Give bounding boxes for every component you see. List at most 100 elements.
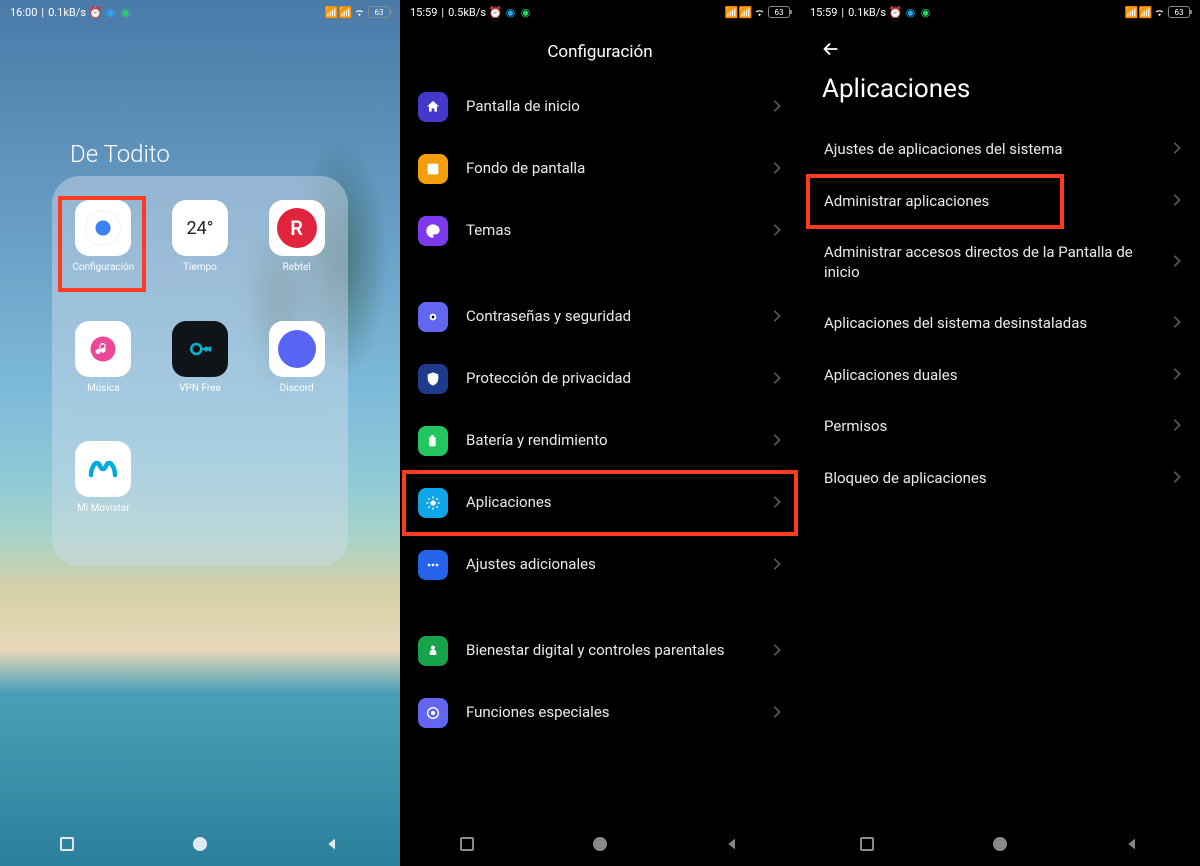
telegram-icon: ◉ [505, 7, 516, 18]
app-rebtel[interactable]: Rebtel [269, 200, 325, 273]
alarm-icon: ⏰ [90, 7, 101, 18]
chevron-right-icon [772, 308, 782, 327]
chevron-right-icon [772, 160, 782, 179]
app-configuracion[interactable]: Configuración [72, 200, 134, 273]
row-aplicaciones[interactable]: Aplicaciones [400, 472, 800, 534]
row-label: Temas [466, 221, 772, 241]
row-fondo-pantalla[interactable]: Fondo de pantalla [400, 138, 800, 200]
additional-icon [418, 550, 448, 580]
chevron-right-icon [1172, 366, 1182, 385]
nav-bar [0, 822, 400, 866]
row-label: Batería y rendimiento [466, 431, 772, 451]
app-label: Mi Movistar [77, 503, 130, 514]
chevron-right-icon [772, 704, 782, 723]
discord-icon [269, 321, 325, 377]
app-label: Configuración [72, 262, 134, 273]
nav-recents[interactable] [47, 824, 87, 864]
chevron-right-icon [772, 370, 782, 389]
nav-back[interactable] [1113, 824, 1153, 864]
app-movistar[interactable]: Mi Movistar [75, 441, 131, 514]
app-tiempo[interactable]: 24° Tiempo [172, 200, 228, 273]
row-bienestar[interactable]: Bienestar digital y controles parentales [400, 620, 800, 682]
app-label: Tiempo [183, 262, 217, 273]
nav-back[interactable] [713, 824, 753, 864]
telegram-icon: ◉ [905, 7, 916, 18]
chevron-right-icon [1172, 417, 1182, 436]
battery-icon: 63 [1168, 6, 1190, 18]
row-desinstaladas[interactable]: Aplicaciones del sistema desinstaladas [800, 298, 1200, 350]
theme-icon [418, 216, 448, 246]
weather-icon: 24° [172, 200, 228, 256]
row-label: Protección de privacidad [466, 369, 772, 389]
screen-title: Configuración [400, 24, 800, 72]
app-discord[interactable]: Discord [269, 321, 325, 394]
row-label: Aplicaciones [466, 493, 772, 513]
signal-icon: 📶 [326, 7, 337, 18]
row-label: Pantalla de inicio [466, 97, 772, 117]
whatsapp-icon: ◉ [520, 7, 531, 18]
signal-icon: 📶 [726, 7, 737, 18]
row-permisos[interactable]: Permisos [800, 401, 1200, 453]
wifi-icon [754, 7, 765, 18]
app-label: VPN Free [179, 383, 221, 394]
vpn-icon [172, 321, 228, 377]
status-separator: | [41, 6, 44, 19]
row-label: Funciones especiales [466, 703, 772, 723]
music-icon [75, 321, 131, 377]
alarm-icon: ⏰ [490, 7, 501, 18]
row-temas[interactable]: Temas [400, 200, 800, 262]
whatsapp-icon: ◉ [120, 7, 131, 18]
row-privacidad[interactable]: Protección de privacidad [400, 348, 800, 410]
page-title: Aplicaciones [800, 64, 1200, 120]
row-label: Fondo de pantalla [466, 159, 772, 179]
chevron-right-icon [1172, 469, 1182, 488]
chevron-right-icon [772, 494, 782, 513]
signal-icon-2: 📶 [1140, 7, 1151, 18]
row-label: Permisos [824, 417, 1172, 437]
nav-recents[interactable] [447, 824, 487, 864]
row-label: Ajustes adicionales [466, 555, 772, 575]
status-bar: 16:00 | 0.1kB/s ⏰ ◉ ◉ 📶 📶 63 [0, 0, 400, 24]
app-vpn[interactable]: VPN Free [172, 321, 228, 394]
aplicaciones-screen: 15:59 | 0.1kB/s ⏰ ◉ ◉ 📶 📶 63 Aplicacione… [800, 0, 1200, 866]
row-funciones-especiales[interactable]: Funciones especiales [400, 682, 800, 744]
back-button[interactable] [800, 24, 1200, 64]
battery-perf-icon [418, 426, 448, 456]
row-accesos-directos[interactable]: Administrar accesos directos de la Panta… [800, 227, 1200, 298]
nav-home[interactable] [980, 824, 1020, 864]
chevron-right-icon [772, 642, 782, 661]
nav-back[interactable] [313, 824, 353, 864]
nav-home[interactable] [180, 824, 220, 864]
chevron-right-icon [1172, 140, 1182, 159]
row-label: Bienestar digital y controles parentales [466, 641, 772, 661]
row-label: Contraseñas y seguridad [466, 307, 772, 327]
status-rate: 0.5kB/s [448, 6, 486, 19]
chevron-right-icon [1172, 314, 1182, 333]
signal-icon: 📶 [1126, 7, 1137, 18]
row-pantalla-inicio[interactable]: Pantalla de inicio [400, 76, 800, 138]
nav-home[interactable] [580, 824, 620, 864]
shield-icon [418, 364, 448, 394]
settings-list: Pantalla de inicio Fondo de pantalla Tem… [400, 72, 800, 748]
row-label: Administrar accesos directos de la Panta… [824, 243, 1172, 282]
row-ajustes-sistema[interactable]: Ajustes de aplicaciones del sistema [800, 124, 1200, 176]
status-separator: | [441, 6, 444, 19]
row-ajustes-adicionales[interactable]: Ajustes adicionales [400, 534, 800, 596]
chevron-right-icon [772, 432, 782, 451]
row-duales[interactable]: Aplicaciones duales [800, 350, 1200, 402]
row-bateria[interactable]: Batería y rendimiento [400, 410, 800, 472]
battery-icon: 63 [768, 6, 790, 18]
special-icon [418, 698, 448, 728]
app-musica[interactable]: Música [75, 321, 131, 394]
signal-icon-2: 📶 [340, 7, 351, 18]
alarm-icon: ⏰ [890, 7, 901, 18]
status-time: 15:59 [810, 6, 837, 19]
wifi-icon [1154, 7, 1165, 18]
chevron-right-icon [772, 222, 782, 241]
home-icon [418, 92, 448, 122]
row-administrar-apps[interactable]: Administrar aplicaciones [800, 176, 1200, 228]
nav-recents[interactable] [847, 824, 887, 864]
row-bloqueo[interactable]: Bloqueo de aplicaciones [800, 453, 1200, 505]
chevron-right-icon [772, 98, 782, 117]
row-contrasenas[interactable]: Contraseñas y seguridad [400, 286, 800, 348]
